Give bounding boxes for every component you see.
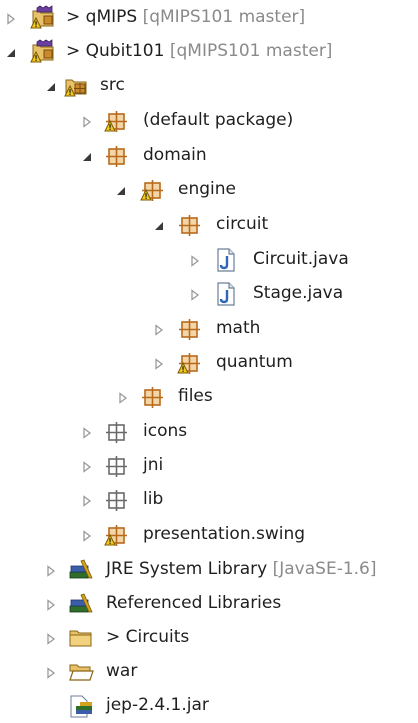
collapse-arrow-icon[interactable] — [114, 183, 128, 197]
tree-item-label: files — [178, 386, 213, 406]
tree-item-label: icons — [143, 421, 188, 441]
package-icon — [177, 212, 203, 238]
expand-arrow-icon[interactable] — [44, 631, 58, 645]
folder-icon — [68, 625, 94, 651]
package-icon — [104, 143, 130, 169]
empty-package-icon — [104, 419, 130, 445]
tree-item-label: engine — [178, 179, 236, 199]
package-jni[interactable]: jni — [0, 449, 418, 483]
expand-arrow-icon[interactable] — [188, 253, 202, 267]
package-default[interactable]: (default package) — [0, 104, 418, 138]
library-referenced[interactable]: Referenced Libraries — [0, 587, 418, 621]
file-circuit-java[interactable]: Circuit.java — [0, 243, 418, 277]
tree-item-label: (default package) — [143, 110, 294, 130]
empty-package-icon — [104, 487, 130, 513]
expand-arrow-icon[interactable] — [4, 11, 18, 25]
tree-item-label: > Circuits — [106, 626, 189, 648]
tree-item-label: circuit — [216, 214, 269, 234]
tree-item-label: > qMIPS [qMIPS101 master] — [66, 6, 305, 28]
source-folder-icon — [64, 73, 90, 99]
expand-arrow-icon[interactable] — [152, 356, 166, 370]
project-name: qMIPS — [85, 7, 138, 27]
package-icon — [140, 384, 166, 410]
package-warning-icon — [140, 177, 166, 203]
folder-open-icon — [68, 659, 94, 685]
library-icon — [68, 591, 94, 617]
folder-name: Circuits — [125, 627, 190, 647]
expand-arrow-icon[interactable] — [80, 493, 94, 507]
expand-arrow-icon[interactable] — [44, 665, 58, 679]
empty-package-icon — [104, 453, 130, 479]
expand-arrow-icon[interactable] — [80, 425, 94, 439]
expand-arrow-icon[interactable] — [80, 528, 94, 542]
package-quantum[interactable]: quantum — [0, 346, 418, 380]
package-domain[interactable]: domain — [0, 139, 418, 173]
tree-item-label: jep-2.4.1.jar — [106, 695, 209, 715]
tree-item-label: Stage.java — [253, 283, 344, 303]
package-lib[interactable]: lib — [0, 483, 418, 517]
library-jre-system[interactable]: JRE System Library [JavaSE-1.6] — [0, 553, 418, 587]
file-stage-java[interactable]: Stage.java — [0, 277, 418, 311]
git-branch-decoration: [qMIPS101 master] — [164, 41, 333, 61]
tree-item-label: domain — [143, 145, 207, 165]
tree-item-label: src — [100, 75, 125, 95]
tree-item-label: math — [216, 318, 261, 338]
jar-file-icon — [68, 693, 94, 719]
expand-arrow-icon[interactable] — [80, 459, 94, 473]
git-dirty-prefix: > — [106, 627, 126, 647]
collapse-arrow-icon[interactable] — [4, 45, 18, 59]
package-icon — [177, 316, 203, 342]
git-branch-decoration: [qMIPS101 master] — [137, 7, 306, 27]
tree-item-label: JRE System Library [JavaSE-1.6] — [106, 558, 377, 580]
tree-item-label: war — [106, 661, 138, 681]
java-file-icon — [213, 281, 239, 307]
package-files[interactable]: files — [0, 380, 418, 414]
package-circuit[interactable]: circuit — [0, 208, 418, 242]
collapse-arrow-icon[interactable] — [44, 79, 58, 93]
tree-item-label: lib — [143, 489, 164, 509]
folder-src[interactable]: src — [0, 69, 418, 103]
package-warning-icon — [104, 108, 130, 134]
project-qubit101[interactable]: > Qubit101 [qMIPS101 master] — [0, 35, 418, 69]
package-icons[interactable]: icons — [0, 415, 418, 449]
folder-war[interactable]: war — [0, 655, 418, 689]
expand-arrow-icon[interactable] — [44, 563, 58, 577]
expand-arrow-icon[interactable] — [80, 114, 94, 128]
folder-circuits[interactable]: > Circuits — [0, 621, 418, 655]
git-project-icon — [30, 39, 56, 65]
expand-arrow-icon[interactable] — [152, 322, 166, 336]
expand-arrow-icon[interactable] — [116, 390, 130, 404]
package-engine[interactable]: engine — [0, 173, 418, 207]
tree-item-label: Referenced Libraries — [106, 593, 282, 613]
git-project-icon — [30, 5, 56, 31]
package-presentation-swing[interactable]: presentation.swing — [0, 518, 418, 552]
tree-item-label: presentation.swing — [143, 524, 306, 544]
tree-item-label: Circuit.java — [253, 249, 349, 269]
library-name: JRE System Library — [106, 559, 268, 579]
package-math[interactable]: math — [0, 312, 418, 346]
project-name: Qubit101 — [85, 41, 165, 61]
expand-arrow-icon[interactable] — [188, 287, 202, 301]
package-explorer-tree: > qMIPS [qMIPS101 master] > Qubit101 [qM… — [0, 0, 418, 721]
package-warning-icon — [177, 350, 203, 376]
git-dirty-prefix: > — [66, 41, 86, 61]
tree-item-label: > Qubit101 [qMIPS101 master] — [66, 40, 332, 62]
expand-arrow-icon[interactable] — [44, 597, 58, 611]
tree-item-label: jni — [143, 455, 164, 475]
java-file-icon — [213, 247, 239, 273]
git-dirty-prefix: > — [66, 7, 86, 27]
tree-item-label: quantum — [216, 352, 293, 372]
collapse-arrow-icon[interactable] — [152, 218, 166, 232]
collapse-arrow-icon[interactable] — [80, 149, 94, 163]
package-warning-icon — [104, 522, 130, 548]
library-icon — [68, 557, 94, 583]
file-jep-jar[interactable]: jep-2.4.1.jar — [0, 689, 418, 723]
jre-version-decoration: [JavaSE-1.6] — [267, 559, 377, 579]
project-qmips[interactable]: > qMIPS [qMIPS101 master] — [0, 1, 418, 35]
